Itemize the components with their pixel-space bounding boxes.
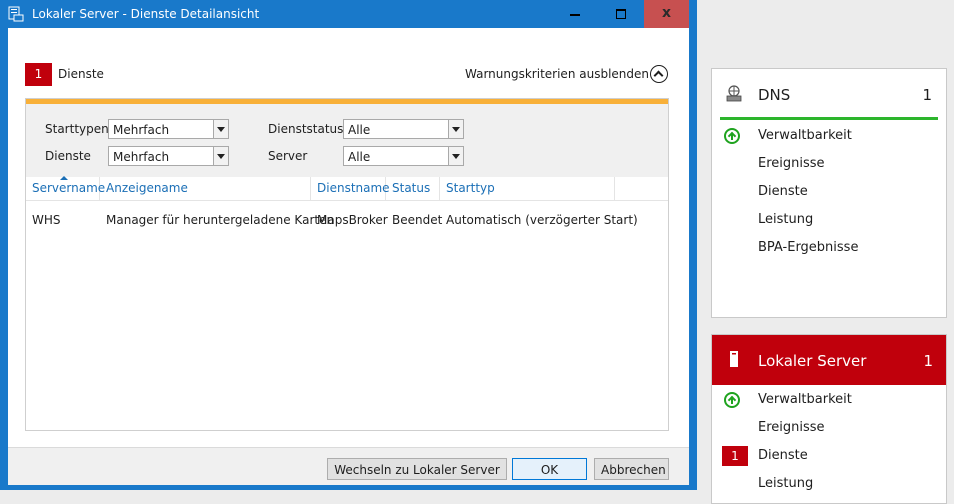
server-icon — [730, 351, 738, 367]
dns-server-icon — [726, 85, 742, 102]
local-tile-item-dienste[interactable]: 1 Dienste — [712, 442, 946, 470]
dns-tile-item-bpa[interactable]: BPA-Ergebnisse — [712, 234, 946, 262]
dienststatus-label: Dienststatus — [268, 122, 344, 136]
column-header-anzeigename[interactable]: Anzeigename — [100, 177, 311, 200]
services-detail-window: Lokaler Server - Dienste Detailansicht x… — [0, 0, 697, 490]
local-server-tile[interactable]: Lokaler Server 1 Verwaltbarkeit Ereignis… — [711, 334, 947, 504]
server-manager-icon — [8, 6, 24, 22]
dns-tile-count: 1 — [922, 86, 932, 104]
cell-dienstname: MapsBroker — [317, 213, 388, 227]
dns-tile-title: DNS — [758, 86, 791, 104]
chevron-down-icon — [213, 147, 228, 165]
dienste-dropdown[interactable]: Mehrfach — [108, 146, 229, 166]
local-server-tile-count: 1 — [923, 352, 933, 370]
manageability-ok-icon — [724, 128, 740, 144]
hide-criteria-link[interactable]: Warnungskriterien ausblenden — [465, 67, 649, 81]
minimize-button[interactable] — [552, 0, 598, 28]
dialog-client-area: 1 Dienste Warnungskriterien ausblenden S… — [8, 28, 689, 485]
switch-to-local-server-button[interactable]: Wechseln zu Lokaler Server — [327, 458, 507, 480]
manageability-ok-icon — [724, 392, 740, 408]
dienste-alert-badge: 1 — [722, 446, 748, 466]
local-tile-item-leistung[interactable]: Leistung — [712, 470, 946, 498]
services-panel: Starttypen Mehrfach Dienste Mehrfach Die… — [25, 98, 669, 431]
window-title: Lokaler Server - Dienste Detailansicht — [32, 7, 260, 21]
dienste-label: Dienste — [45, 149, 91, 163]
server-dropdown[interactable]: Alle — [343, 146, 464, 166]
column-header-status[interactable]: Status — [386, 177, 440, 200]
criteria-label: Dienste — [58, 67, 104, 81]
column-header-dienstname[interactable]: Dienstname — [311, 177, 390, 200]
table-row[interactable]: WHS Manager für heruntergeladene Karten … — [26, 209, 668, 233]
dns-tile-item-dienste[interactable]: Dienste — [712, 178, 946, 206]
local-server-tile-title: Lokaler Server — [758, 352, 867, 370]
ok-button[interactable]: OK — [512, 458, 587, 480]
local-server-tile-header[interactable]: Lokaler Server 1 — [712, 335, 946, 385]
chevron-down-icon — [448, 120, 463, 138]
grid-header: Servername Anzeigename Dienstname Status… — [26, 176, 668, 201]
cell-anzeigename: Manager für heruntergeladene Karten — [106, 213, 335, 227]
title-bar[interactable]: Lokaler Server - Dienste Detailansicht x — [0, 0, 697, 28]
services-grid: Servername Anzeigename Dienstname Status… — [26, 176, 668, 430]
dns-tile-item-ereignisse[interactable]: Ereignisse — [712, 150, 946, 178]
cancel-button[interactable]: Abbrechen — [594, 458, 669, 480]
starttypen-label: Starttypen — [45, 122, 109, 136]
chevron-down-icon — [448, 147, 463, 165]
criteria-count-badge: 1 — [25, 63, 52, 86]
close-icon: x — [661, 5, 672, 21]
cell-status: Beendet — [392, 213, 443, 227]
dns-tile[interactable]: DNS 1 Verwaltbarkeit Ereignisse Dienste … — [711, 68, 947, 318]
dns-tile-header[interactable]: DNS 1 — [720, 69, 938, 120]
column-header-starttyp[interactable]: Starttyp — [440, 177, 615, 200]
chevron-down-icon — [213, 120, 228, 138]
cell-starttyp: Automatisch (verzögerter Start) — [446, 213, 638, 227]
local-tile-item-verwaltbarkeit[interactable]: Verwaltbarkeit — [712, 386, 946, 414]
starttypen-dropdown[interactable]: Mehrfach — [108, 119, 229, 139]
server-label: Server — [268, 149, 308, 163]
local-tile-item-ereignisse[interactable]: Ereignisse — [712, 414, 946, 442]
maximize-button[interactable] — [598, 0, 644, 28]
sort-ascending-icon — [60, 176, 68, 180]
collapse-icon[interactable] — [650, 65, 668, 83]
dialog-footer: Wechseln zu Lokaler Server OK Abbrechen — [8, 447, 689, 485]
filter-bar: Starttypen Mehrfach Dienste Mehrfach Die… — [26, 99, 668, 177]
cell-servername: WHS — [32, 213, 61, 227]
dns-tile-item-verwaltbarkeit[interactable]: Verwaltbarkeit — [712, 122, 946, 150]
column-header-servername[interactable]: Servername — [26, 176, 105, 200]
dns-tile-item-leistung[interactable]: Leistung — [712, 206, 946, 234]
dienststatus-dropdown[interactable]: Alle — [343, 119, 464, 139]
close-button[interactable]: x — [644, 0, 689, 28]
